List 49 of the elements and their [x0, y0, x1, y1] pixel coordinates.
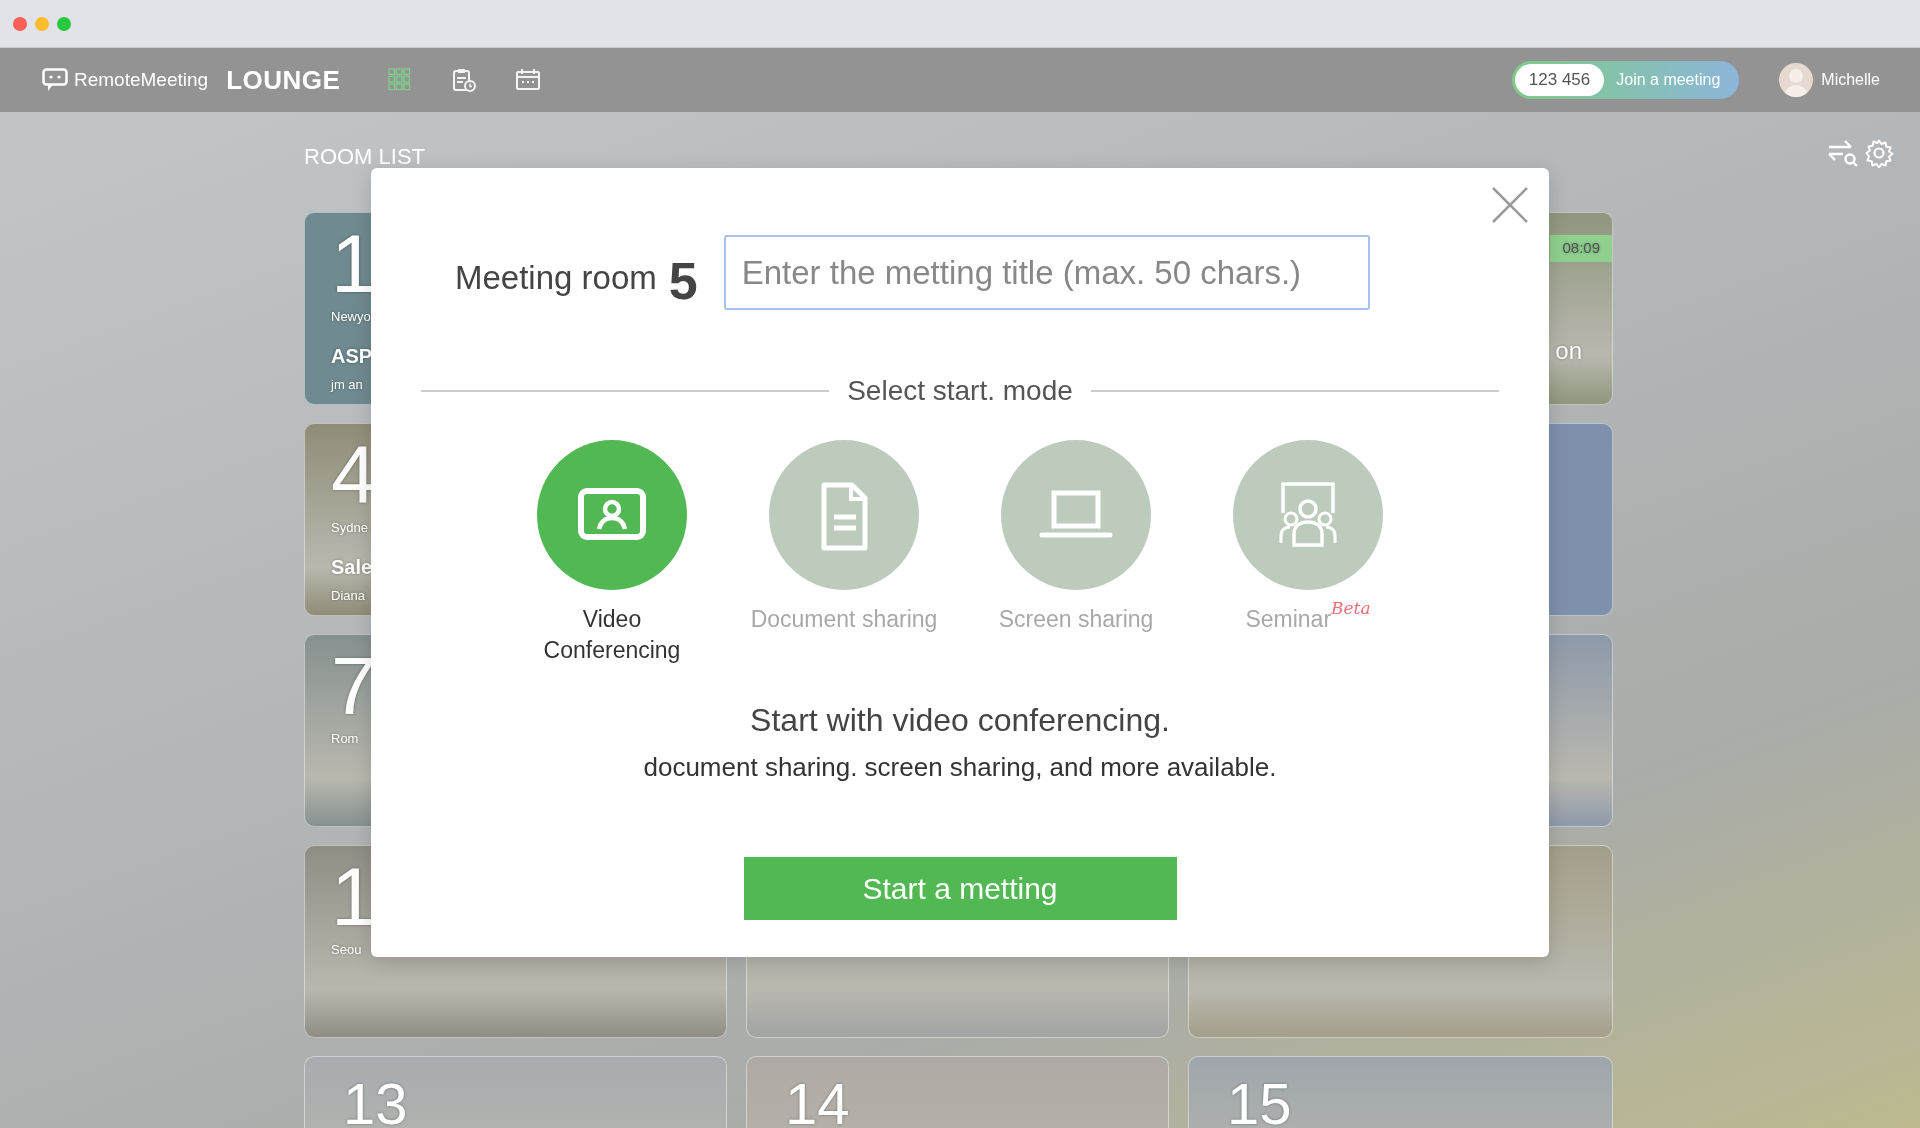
logo-text: RemoteMeeting	[74, 67, 209, 92]
user-avatar	[1779, 63, 1814, 97]
mode-detail-text: document sharing. screen sharing, and more available.	[642, 751, 1278, 785]
room-host: Diana	[331, 586, 365, 605]
room-number: 13	[342, 1075, 408, 1128]
room-title: on	[1555, 336, 1582, 366]
room-city: Seou	[331, 941, 362, 959]
section-title: LOUNGE	[226, 63, 341, 97]
mode-label: Seminar	[1245, 606, 1332, 634]
room-number: 1	[331, 856, 377, 938]
room-number: 1	[331, 223, 377, 305]
section-label: Select start. mode	[847, 374, 1073, 408]
beta-tag: Beta	[1331, 596, 1371, 622]
grid-icon[interactable]	[388, 68, 413, 92]
room-card[interactable]: 15	[1188, 1056, 1613, 1128]
maximize-window-button[interactable]	[57, 16, 71, 31]
room-number: 4	[331, 434, 377, 516]
close-icon[interactable]	[1491, 186, 1529, 224]
swap-search-icon[interactable]	[1826, 138, 1858, 168]
close-window-button[interactable]	[13, 16, 27, 31]
start-meeting-button[interactable]: Start a metting	[743, 857, 1177, 921]
meeting-code-field[interactable]: 123 456	[1514, 64, 1605, 96]
room-number: 15	[1226, 1075, 1292, 1128]
time-badge: 08:09	[1550, 235, 1612, 262]
room-number: 7	[331, 645, 377, 727]
room-label: Meeting room	[455, 257, 657, 298]
room-city: Rom	[331, 730, 359, 748]
clipboard-clock-icon[interactable]	[452, 68, 477, 92]
user-name[interactable]: Michelle	[1821, 68, 1880, 92]
room-title: Sale	[331, 554, 373, 580]
room-card[interactable]: 13	[304, 1056, 727, 1128]
title-input-field[interactable]: Enter the metting title (max. 50 chars.)	[723, 235, 1370, 310]
room-number: 14	[784, 1075, 850, 1128]
mode-label: Screen sharing	[998, 605, 1154, 634]
room-host: jm an	[331, 375, 363, 394]
join-meeting-button[interactable]: Join a meeting	[1604, 68, 1737, 92]
minimize-window-button[interactable]	[35, 16, 49, 31]
room-title: ASP	[331, 343, 373, 369]
mode-description: Start with video conferencing.	[749, 701, 1171, 741]
logo-icon	[42, 68, 68, 92]
mode-label: Document sharing	[750, 605, 938, 634]
room-city: Sydne	[331, 519, 368, 537]
calendar-icon[interactable]	[516, 68, 541, 92]
room-list-heading: ROOM LIST	[304, 143, 425, 171]
room-card[interactable]: 14	[746, 1056, 1169, 1128]
room-number: 5	[668, 252, 698, 310]
room-city: Newyo	[331, 308, 371, 326]
settings-icon[interactable]	[1864, 138, 1894, 168]
mode-label: Video Conferencing	[542, 605, 682, 666]
